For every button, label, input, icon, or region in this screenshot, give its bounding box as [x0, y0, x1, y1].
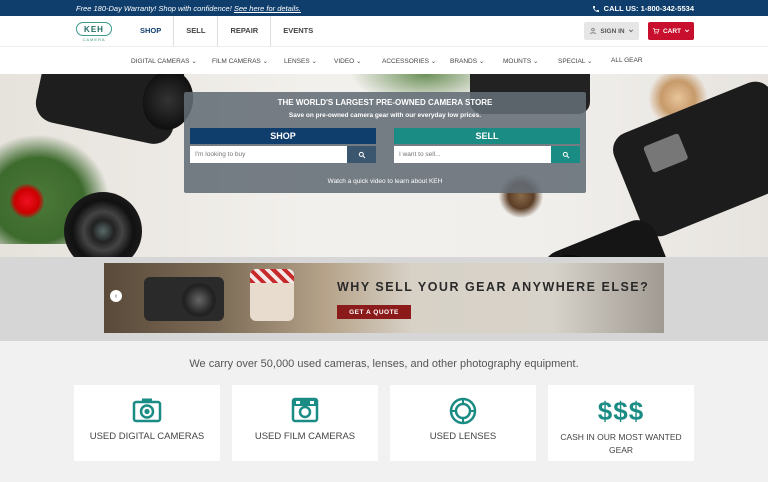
hero-subtitle: Save on pre-owned camera gear with our e…	[288, 112, 482, 119]
keh-logo[interactable]: KEH CAMERA	[76, 22, 112, 42]
chevron-down-icon: ⌄	[356, 58, 362, 65]
inventory-tagline: We carry over 50,000 used cameras, lense…	[189, 358, 579, 370]
lens-icon	[449, 397, 477, 425]
promo-bar: Free 180-Day Warranty! Shop with confide…	[0, 0, 768, 16]
categories-section: We carry over 50,000 used cameras, lense…	[0, 341, 768, 482]
card-used-digital-cameras[interactable]: USED DIGITAL CAMERAS	[74, 385, 220, 461]
sell-search-field	[394, 146, 580, 163]
cat-digital-cameras[interactable]: DIGITAL CAMERAS ⌄	[131, 57, 197, 65]
jar-lid	[250, 269, 294, 283]
hero-lens-front-image	[64, 192, 142, 257]
sell-search-button[interactable]	[551, 146, 580, 163]
category-nav: DIGITAL CAMERAS ⌄ FILM CAMERAS ⌄ LENSES …	[0, 46, 768, 74]
card-cash-most-wanted[interactable]: $$$ CASH IN OUR MOST WANTED GEAR	[548, 385, 694, 461]
lens-glass	[182, 283, 216, 317]
search-icon	[562, 151, 569, 158]
banner-camera-image	[144, 277, 224, 321]
nav-repair[interactable]: REPAIR	[218, 16, 272, 46]
sell-search-input[interactable]	[394, 146, 551, 163]
card-label: USED FILM CAMERAS	[254, 431, 356, 442]
promo-strip: ‹ WHY SELL YOUR GEAR ANYWHERE ELSE? GET …	[0, 257, 768, 341]
warranty-details-link[interactable]: See here for details.	[234, 4, 301, 13]
cat-video[interactable]: VIDEO ⌄	[334, 57, 362, 65]
user-icon	[590, 28, 597, 35]
carousel-prev-icon[interactable]: ‹	[110, 290, 122, 302]
site-header: KEH CAMERA SHOP SELL REPAIR EVENTS SIGN …	[0, 16, 768, 46]
search-panel: THE WORLD'S LARGEST PRE-OWNED CAMERA STO…	[184, 92, 586, 193]
nav-events[interactable]: EVENTS	[271, 16, 325, 46]
card-used-lenses[interactable]: USED LENSES	[390, 385, 536, 461]
dollar-icon: $$$	[597, 396, 645, 426]
cat-accessories[interactable]: ACCESSORIES ⌄	[382, 57, 436, 65]
cart-button[interactable]: CART	[648, 22, 694, 40]
phone-icon	[592, 5, 599, 12]
cat-all-gear[interactable]: ALL GEAR	[611, 57, 643, 64]
logo-subtext: CAMERA	[82, 37, 106, 42]
sign-in-button[interactable]: SIGN IN	[584, 22, 639, 40]
banner-headline: WHY SELL YOUR GEAR ANYWHERE ELSE?	[337, 280, 650, 294]
main-nav: SHOP SELL REPAIR EVENTS	[128, 16, 325, 46]
hero-section: THE WORLD'S LARGEST PRE-OWNED CAMERA STO…	[0, 74, 768, 257]
chevron-down-icon: ⌄	[478, 58, 485, 65]
cat-special[interactable]: SPECIAL ⌄	[558, 57, 592, 65]
card-label: CASH IN OUR MOST WANTED GEAR	[560, 432, 682, 455]
film-camera-icon	[291, 397, 319, 423]
chevron-down-icon: ⌄	[430, 58, 437, 65]
banner-jar-image	[250, 269, 294, 321]
hero-title: THE WORLD'S LARGEST PRE-OWNED CAMERA STO…	[277, 98, 493, 107]
lens-glass	[530, 245, 609, 257]
get-quote-button[interactable]: GET A QUOTE	[337, 305, 411, 319]
shop-search: SHOP	[190, 128, 376, 163]
cat-film-cameras[interactable]: FILM CAMERAS ⌄	[212, 57, 268, 65]
cat-lenses[interactable]: LENSES ⌄	[284, 57, 317, 65]
camera-screen	[642, 132, 689, 174]
shop-heading: SHOP	[190, 128, 376, 144]
chevron-down-icon	[684, 29, 690, 33]
cat-brands[interactable]: BRANDS ⌄	[450, 57, 484, 65]
nav-sell[interactable]: SELL	[174, 16, 219, 46]
search-icon	[358, 151, 365, 158]
chevron-down-icon: ⌄	[532, 58, 539, 65]
logo-mark: KEH	[76, 22, 112, 36]
sell-heading: SELL	[394, 128, 580, 144]
shop-search-input[interactable]	[190, 146, 347, 163]
hero-flower-decoration	[10, 184, 44, 218]
nav-shop[interactable]: SHOP	[128, 16, 175, 46]
sell-banner[interactable]: ‹ WHY SELL YOUR GEAR ANYWHERE ELSE? GET …	[104, 263, 664, 333]
digital-camera-icon	[132, 398, 162, 423]
chevron-down-icon: ⌄	[311, 58, 317, 65]
chevron-down-icon	[628, 29, 633, 33]
cart-icon	[652, 28, 660, 34]
shop-search-field	[190, 146, 376, 163]
chevron-down-icon: ⌄	[191, 58, 197, 65]
shop-search-button[interactable]	[347, 146, 376, 163]
cat-mounts[interactable]: MOUNTS ⌄	[503, 57, 538, 65]
card-label: USED LENSES	[429, 431, 497, 442]
chevron-down-icon: ⌄	[262, 58, 269, 65]
video-link[interactable]: Watch a quick video to learn about KEH	[184, 178, 586, 185]
sell-search: SELL	[394, 128, 580, 163]
card-label: USED DIGITAL CAMERAS	[89, 431, 205, 442]
promo-text: Free 180-Day Warranty! Shop with confide…	[76, 4, 301, 13]
chevron-down-icon: ⌄	[587, 58, 593, 65]
call-us[interactable]: CALL US: 1-800-342-5534	[592, 4, 694, 13]
card-used-film-cameras[interactable]: USED FILM CAMERAS	[232, 385, 378, 461]
